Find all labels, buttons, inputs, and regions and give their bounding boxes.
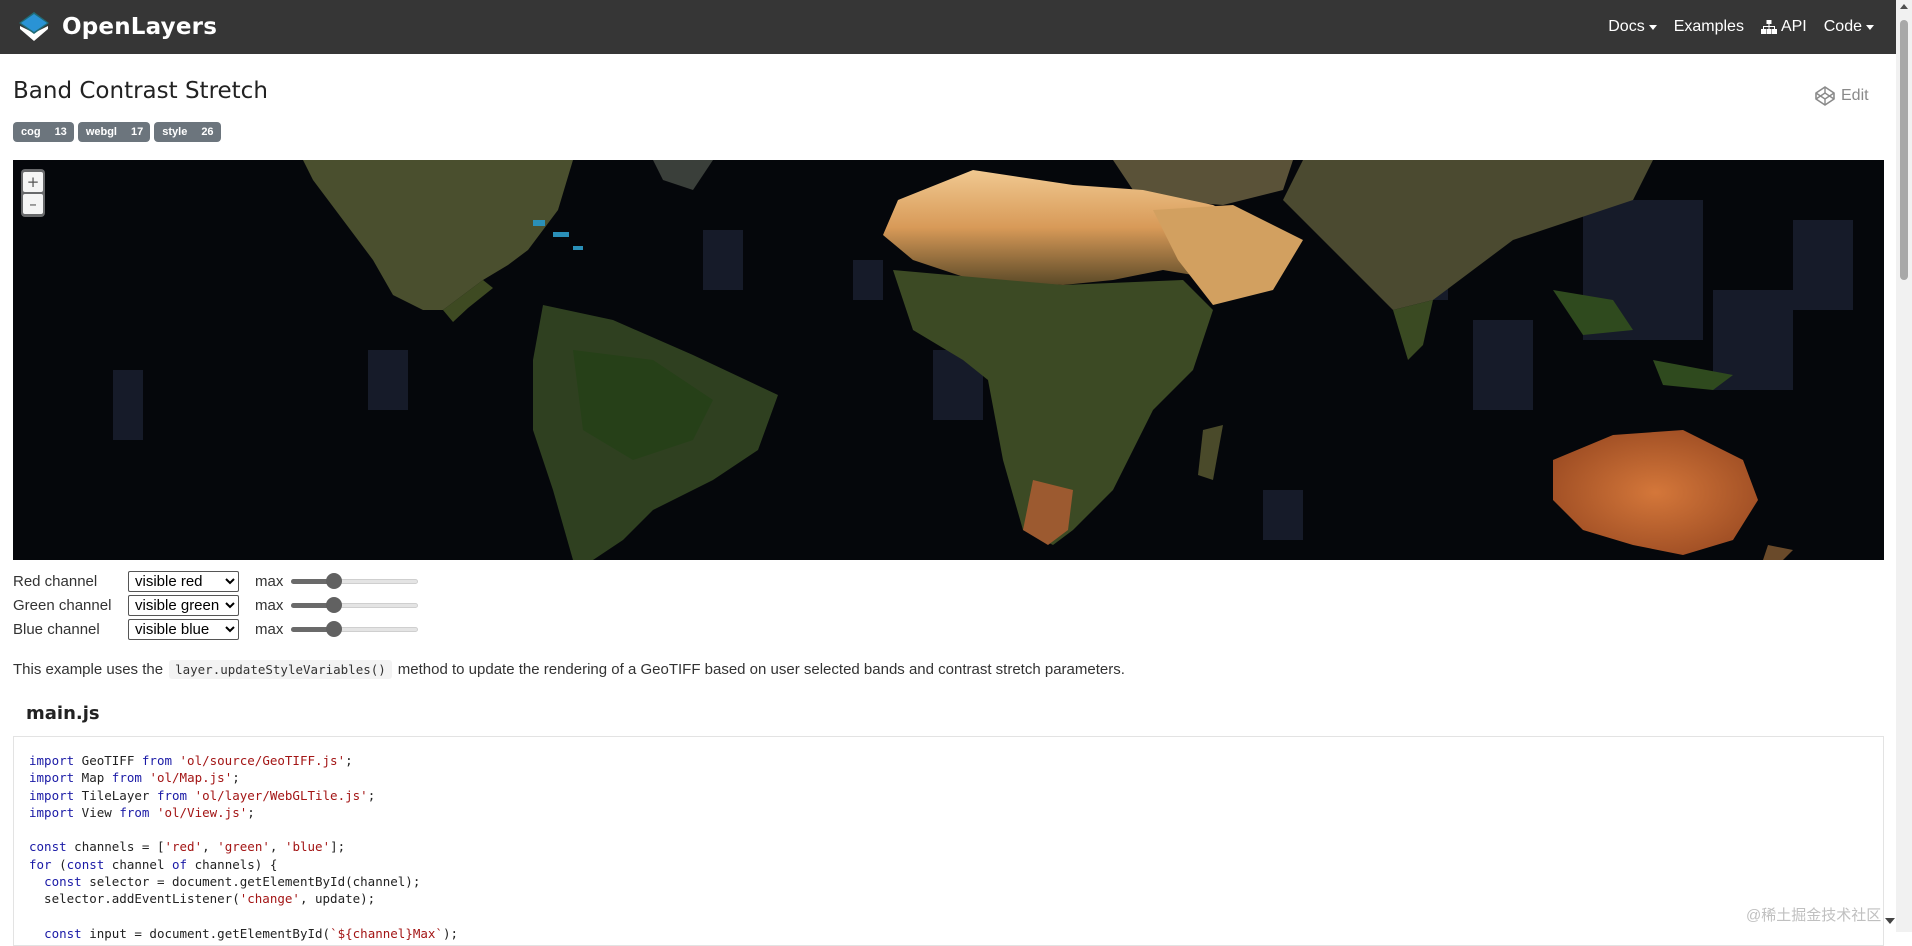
nav-code[interactable]: Code — [1824, 18, 1874, 36]
code-line: import View from 'ol/View.js'; — [29, 804, 255, 820]
openlayers-logo-icon — [19, 12, 49, 41]
nav-examples[interactable]: Examples — [1674, 18, 1744, 36]
nav-docs[interactable]: Docs — [1608, 18, 1657, 36]
navbar: OpenLayers Docs Examples API Code — [0, 0, 1896, 54]
zoom-controls: + – — [21, 169, 45, 217]
brand-name: OpenLayers — [62, 14, 218, 40]
description-text-after: method to update the rendering of a GeoT… — [397, 661, 1125, 678]
tag-badge[interactable]: style 26 — [154, 122, 221, 142]
blue-channel-label: Blue channel — [13, 620, 100, 638]
code-line: for (const channel of channels) { — [29, 856, 278, 872]
nav-examples-label: Examples — [1673, 18, 1744, 35]
blue-channel-row: Blue channel visible blue max — [13, 617, 419, 641]
zoom-in-button[interactable]: + — [23, 172, 43, 192]
watermark: @稀土掘金技术社区 — [1746, 907, 1882, 924]
red-max-slider[interactable] — [291, 573, 419, 589]
description-text-before: This example uses the — [13, 661, 164, 678]
nav-links: Docs Examples API Code — [1591, 18, 1874, 36]
code-line: import Map from 'ol/Map.js'; — [29, 770, 240, 786]
nav-api-label: API — [1780, 18, 1807, 35]
example-description: This example uses the layer.updateStyleV… — [13, 660, 1125, 679]
zoom-out-button[interactable]: – — [23, 194, 43, 214]
satellite-imagery — [113, 160, 1853, 560]
tag-badge[interactable]: cog 13 — [13, 122, 74, 142]
slider-thumb[interactable] — [325, 621, 342, 637]
green-channel-label: Green channel — [13, 596, 112, 614]
green-max-label: max — [255, 596, 284, 614]
blue-max-slider[interactable] — [291, 621, 419, 637]
code-line: import TileLayer from 'ol/layer/WebGLTil… — [29, 787, 376, 803]
code-lines: import GeoTIFF from 'ol/source/GeoTIFF.j… — [29, 752, 1868, 942]
tag-name: webgl — [85, 126, 117, 138]
slider-thumb[interactable] — [325, 597, 342, 613]
green-channel-row: Green channel visible green max — [13, 593, 419, 617]
edit-label: Edit — [1841, 87, 1869, 104]
caret-down-icon — [1866, 24, 1874, 30]
page-title: Band Contrast Stretch — [13, 78, 268, 104]
sitemap-icon — [1760, 20, 1777, 34]
tag-badge[interactable]: webgl 17 — [77, 122, 151, 142]
brand-link[interactable]: OpenLayers — [16, 9, 217, 45]
green-channel-select[interactable]: visible green — [128, 594, 239, 616]
code-line: const selector = document.getElementById… — [44, 874, 421, 890]
nav-docs-label: Docs — [1608, 18, 1645, 35]
red-channel-label: Red channel — [13, 572, 98, 590]
nav-api[interactable]: API — [1760, 18, 1807, 36]
inline-code: layer.updateStyleVariables() — [169, 660, 392, 679]
tag-name: cog — [21, 126, 41, 138]
red-max-label: max — [255, 572, 284, 590]
code-line: selector.addEventListener('change', upda… — [29, 891, 376, 907]
channel-controls: Red channel visible red max Green channe… — [13, 569, 419, 641]
blue-channel-select[interactable]: visible blue — [128, 618, 239, 640]
tag-name: style — [162, 126, 188, 138]
map-viewport[interactable]: + – — [13, 160, 1884, 560]
blue-max-label: max — [255, 620, 284, 638]
scrollbar-thumb[interactable] — [1900, 20, 1908, 280]
tag-list: cog 13 webgl 17 style 26 — [13, 122, 225, 142]
tag-count: 26 — [201, 126, 214, 138]
code-line: import GeoTIFF from 'ol/source/GeoTIFF.j… — [29, 753, 353, 768]
code-line: const channels = ['red', 'green', 'blue'… — [29, 839, 346, 855]
scroll-up-arrow-icon[interactable] — [1900, 4, 1908, 9]
source-file-title: main.js — [26, 703, 100, 724]
green-max-slider[interactable] — [291, 597, 419, 613]
codepen-icon — [1815, 86, 1835, 106]
slider-thumb[interactable] — [325, 573, 342, 589]
red-channel-row: Red channel visible red max — [13, 569, 419, 593]
code-line: const input = document.getElementById(`$… — [44, 925, 459, 941]
red-channel-select[interactable]: visible red — [128, 570, 239, 592]
caret-down-icon — [1648, 24, 1657, 30]
edit-codepen-link[interactable]: Edit — [1815, 86, 1869, 106]
tag-count: 17 — [130, 126, 144, 138]
scroll-down-arrow-icon[interactable] — [1885, 918, 1895, 924]
tag-count: 13 — [54, 126, 67, 138]
source-code-block: import GeoTIFF from 'ol/source/GeoTIFF.j… — [13, 736, 1884, 946]
page-scrollbar[interactable] — [1896, 0, 1912, 932]
nav-code-label: Code — [1823, 18, 1862, 35]
